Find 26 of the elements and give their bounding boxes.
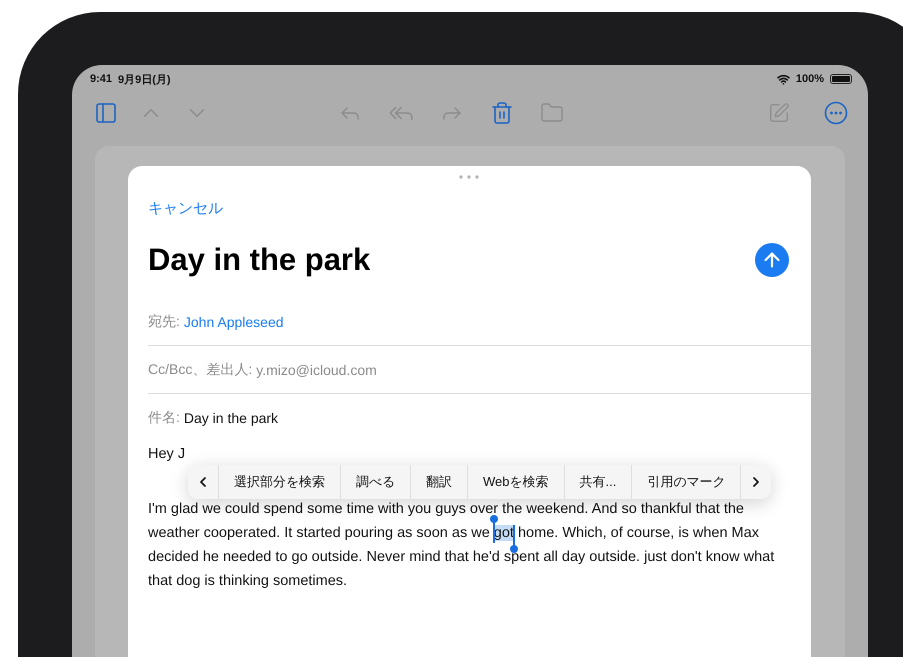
menu-item[interactable]: 翻訳 xyxy=(410,465,467,499)
more-icon[interactable] xyxy=(824,101,848,125)
menu-item[interactable]: 共有... xyxy=(564,465,632,499)
status-date: 9月9日(月) xyxy=(118,72,171,86)
greeting-text: Hey J xyxy=(148,445,186,463)
menu-item[interactable]: 選択部分を検索 xyxy=(218,465,340,499)
field-label: 件名: xyxy=(148,408,180,426)
wifi-icon xyxy=(776,72,790,86)
sidebar-icon[interactable] xyxy=(94,101,118,125)
field-value[interactable]: John Appleseed xyxy=(184,314,284,330)
grabber-icon[interactable] xyxy=(458,175,478,179)
compose-icon[interactable] xyxy=(768,102,790,124)
cancel-button[interactable]: キャンセル xyxy=(148,199,223,218)
battery-icon xyxy=(830,74,852,84)
field-label: Cc/Bcc、差出人: xyxy=(148,360,252,378)
send-button[interactable] xyxy=(755,243,789,277)
battery-percent: 100% xyxy=(796,73,824,85)
mail-title: Day in the park xyxy=(148,242,370,278)
menu-item[interactable]: 引用のマーク xyxy=(631,465,740,499)
field-label: 宛先: xyxy=(148,312,180,330)
trash-icon[interactable] xyxy=(490,101,514,125)
field-value[interactable]: Day in the park xyxy=(184,410,278,426)
menu-item[interactable]: Webを検索 xyxy=(467,465,564,499)
body-text: I'm glad we could spend some time with you guys over the weekend. And so thankful that the weather cooperated. It started pouring as soon as we got home. Which, of course, is when Max decided he needed to go outside. Never mind that he'd spent all day outside. just don't know what that dog is thinking sometimes. xyxy=(148,500,776,591)
menu-item[interactable]: 調べる xyxy=(340,465,410,499)
status-time: 9:41 xyxy=(90,73,112,85)
